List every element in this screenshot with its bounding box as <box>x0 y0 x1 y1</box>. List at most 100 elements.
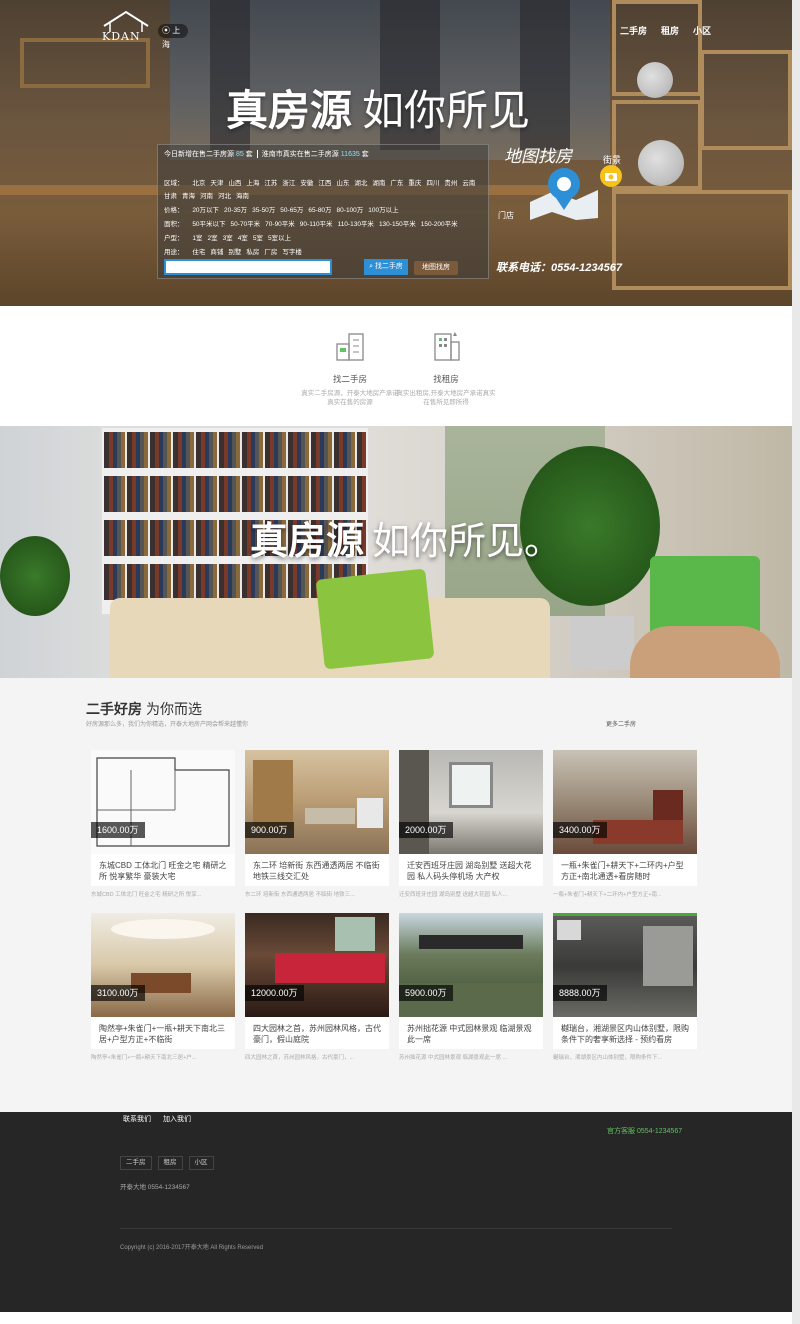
filter-option[interactable]: 安徽 <box>300 180 313 187</box>
filter-option[interactable]: 云南 <box>462 180 475 187</box>
filter-option[interactable]: 河北 <box>218 193 231 200</box>
footer-service-phone: 官方客服 0554-1234567 <box>607 1128 683 1135</box>
filter-option[interactable]: 湖北 <box>354 180 367 187</box>
plant <box>0 536 70 616</box>
listing-card[interactable]: 3100.00万 陶然亭+朱雀门+一瓶+耕天下南北三居+户型方正+不临街 <box>91 913 235 1049</box>
filter-option[interactable]: 5室 <box>253 235 263 242</box>
filter-option[interactable]: 130-150平米 <box>379 221 416 228</box>
filter-option[interactable]: 四川 <box>426 180 439 187</box>
top-nav: 二手房 租房 小区 <box>620 24 711 37</box>
filter-option[interactable]: 70-90平米 <box>265 221 295 228</box>
filter-option[interactable]: 100万以上 <box>368 207 398 214</box>
listing-price: 2000.00万 <box>399 822 453 838</box>
footer-link-contact[interactable]: 联系我们 <box>123 1114 151 1124</box>
filter-option[interactable]: 江西 <box>318 180 331 187</box>
listing-price: 5900.00万 <box>399 985 453 1001</box>
filter-option[interactable]: 别墅 <box>228 249 241 256</box>
filter-option[interactable]: 江苏 <box>264 180 277 187</box>
listing-card[interactable]: 12000.00万 四大园林之首，苏州园林风格，古代豪门，假山庭院 <box>245 913 389 1049</box>
filter-option[interactable]: 甘肃 <box>164 193 177 200</box>
banner-section: 真房源 如你所见。 <box>0 426 792 678</box>
search-panel: 今日新增在售二手房源 85 套淮南市真实在售二手房源 11635 套 区域： 北京 天津山… <box>157 144 489 279</box>
footer-tag[interactable]: 租房 <box>157 1156 183 1170</box>
search-button[interactable]: ⌕ 找二手房 <box>364 259 408 275</box>
filter-option[interactable]: 广东 <box>390 180 403 187</box>
hero-section: KDAN ⦿ 上海 二手房 租房 小区 真房源 如你所见 今日新增在售二手房源 85… <box>0 0 792 306</box>
filter-option[interactable]: 90-110平米 <box>300 221 333 228</box>
listing-card[interactable]: 900.00万 东二环 培新街 东西通透两居 不临街 地铁三线交汇处 <box>245 750 389 886</box>
footer-link-join[interactable]: 加入我们 <box>163 1114 191 1124</box>
listing-card[interactable]: 5900.00万 苏州拙花源 中式园林景观 临湖景观此一席 <box>399 913 543 1049</box>
filter-option[interactable]: 50-65万 <box>280 207 303 214</box>
more-link[interactable]: 更多二手房 <box>606 719 636 728</box>
filter-option[interactable]: 上海 <box>246 180 259 187</box>
filter-option[interactable]: 海南 <box>236 193 249 200</box>
listing-sub: 四大园林之首，苏州园林风格，古代豪门，... <box>245 1055 355 1061</box>
filter-option[interactable]: 私房 <box>246 249 259 256</box>
section-subtitle: 好房源那么多，我们为你精选，开泰大地房产网会帮来越懂你 <box>86 722 249 728</box>
footer: 联系我们 加入我们 官方客服 0554-1234567 二手房 租房 小区 开泰… <box>0 1112 792 1312</box>
filter-option[interactable]: 80-100万 <box>337 207 364 214</box>
filter-option[interactable]: 20万以下 <box>192 207 219 214</box>
filter-option[interactable]: 写字楼 <box>282 249 302 256</box>
listing-price: 1600.00万 <box>91 822 145 838</box>
filter-option[interactable]: 150-200平米 <box>421 221 458 228</box>
filter-option[interactable]: 河南 <box>200 193 213 200</box>
filter-option[interactable]: 50平米以下 <box>192 221 225 228</box>
filter-option[interactable]: 青海 <box>182 193 195 200</box>
filter-option[interactable]: 2室 <box>207 235 217 242</box>
listing-sub: 陶然亭+朱雀门+一瓶+耕天下南北三居+户... <box>91 1055 197 1061</box>
filter-option[interactable]: 山西 <box>228 180 241 187</box>
filter-option[interactable]: 110-130平米 <box>338 221 374 228</box>
service-zufang[interactable]: 找租房 真实出租房,开泰大地房产承诺真实 在售所见即所得 <box>396 330 496 407</box>
listing-title: 迁安西班牙庄园 湖岛别墅 送超大花园 私人码头停机场 大产权 <box>407 861 532 881</box>
filter-option[interactable]: 20-35万 <box>224 207 247 214</box>
listing-sub: 苏州拙花源 中式园林景观 临湖景观此一席 ... <box>399 1055 508 1061</box>
filter-option[interactable]: 山东 <box>336 180 349 187</box>
filter-option[interactable]: 35-50万 <box>252 207 275 214</box>
service-desc: 真实在售的房源 <box>327 399 373 406</box>
nav-zufang[interactable]: 租房 <box>661 24 679 37</box>
filter-option[interactable]: 浙江 <box>282 180 295 187</box>
filter-option[interactable]: 住宅 <box>192 249 205 256</box>
store-label[interactable]: 门店 <box>498 210 514 221</box>
filter-option[interactable]: 商铺 <box>210 249 223 256</box>
service-title: 找二手房 <box>332 374 367 384</box>
camera-icon[interactable] <box>600 165 622 187</box>
logo-text[interactable]: KDAN <box>102 30 141 43</box>
footer-copyright: Copyright (c) 2016-2017开泰大地 All Rights R… <box>120 1245 264 1251</box>
filter-option[interactable]: 3室 <box>223 235 233 242</box>
listing-card[interactable]: 1600.00万 东城CBD 工体北门 旺金之宅 精研之所 悦享繁华 豪装大宅 <box>91 750 235 886</box>
filter-option[interactable]: 贵州 <box>444 180 457 187</box>
filter-option[interactable]: 65-80万 <box>308 207 331 214</box>
filter-type-row: 户型： 1室 2室 3室 4室 5室 5室以上 <box>164 235 292 242</box>
filter-option[interactable]: 湖南 <box>372 180 385 187</box>
map-pin-icon[interactable] <box>526 164 602 220</box>
filter-option[interactable]: 5室以上 <box>268 235 291 242</box>
service-desc: 真实二手房源，开泰大地房产承诺 <box>301 390 399 397</box>
listing-price: 12000.00万 <box>245 985 304 1001</box>
scrollbar[interactable] <box>792 0 800 1324</box>
filter-option[interactable]: 重庆 <box>408 180 421 187</box>
filter-option[interactable]: 1室 <box>192 235 202 242</box>
listing-card[interactable]: 2000.00万 迁安西班牙庄园 湖岛别墅 送超大花园 私人码头停机场 大产权 <box>399 750 543 886</box>
footer-tag[interactable]: 二手房 <box>120 1156 152 1170</box>
listing-image <box>245 750 389 854</box>
filter-option[interactable]: 天津 <box>210 180 223 187</box>
listing-card[interactable]: 8888.00万 樾瑞台，湘湖景区内山体别墅，限购条件下的奢享新选择 - 预约看… <box>553 913 697 1049</box>
nav-ershoufang[interactable]: 二手房 <box>620 24 647 37</box>
filter-option[interactable]: 北京 <box>192 180 205 187</box>
footer-tags: 二手房 租房 小区 <box>120 1156 214 1170</box>
footer-tag[interactable]: 小区 <box>188 1156 214 1170</box>
listing-sub: 迁安西班牙庄园 湖岛别墅 送超大花园 私人... <box>399 892 508 898</box>
service-ershoufang[interactable]: 找二手房 真实二手房源，开泰大地房产承诺 真实在售的房源 <box>300 330 400 407</box>
city-selector[interactable]: ⦿ 上海 <box>158 24 188 49</box>
search-input[interactable] <box>164 259 332 275</box>
listing-price: 900.00万 <box>245 822 294 838</box>
map-search-button[interactable]: 地图找房 <box>414 261 458 275</box>
listing-card[interactable]: 3400.00万 一瓶+朱雀门+耕天下+二环内+户型方正+南北通透+看房随时 <box>553 750 697 886</box>
filter-option[interactable]: 厂房 <box>264 249 277 256</box>
filter-option[interactable]: 4室 <box>238 235 248 242</box>
filter-option[interactable]: 50-70平米 <box>231 221 261 228</box>
nav-xiaoqu[interactable]: 小区 <box>693 24 711 37</box>
